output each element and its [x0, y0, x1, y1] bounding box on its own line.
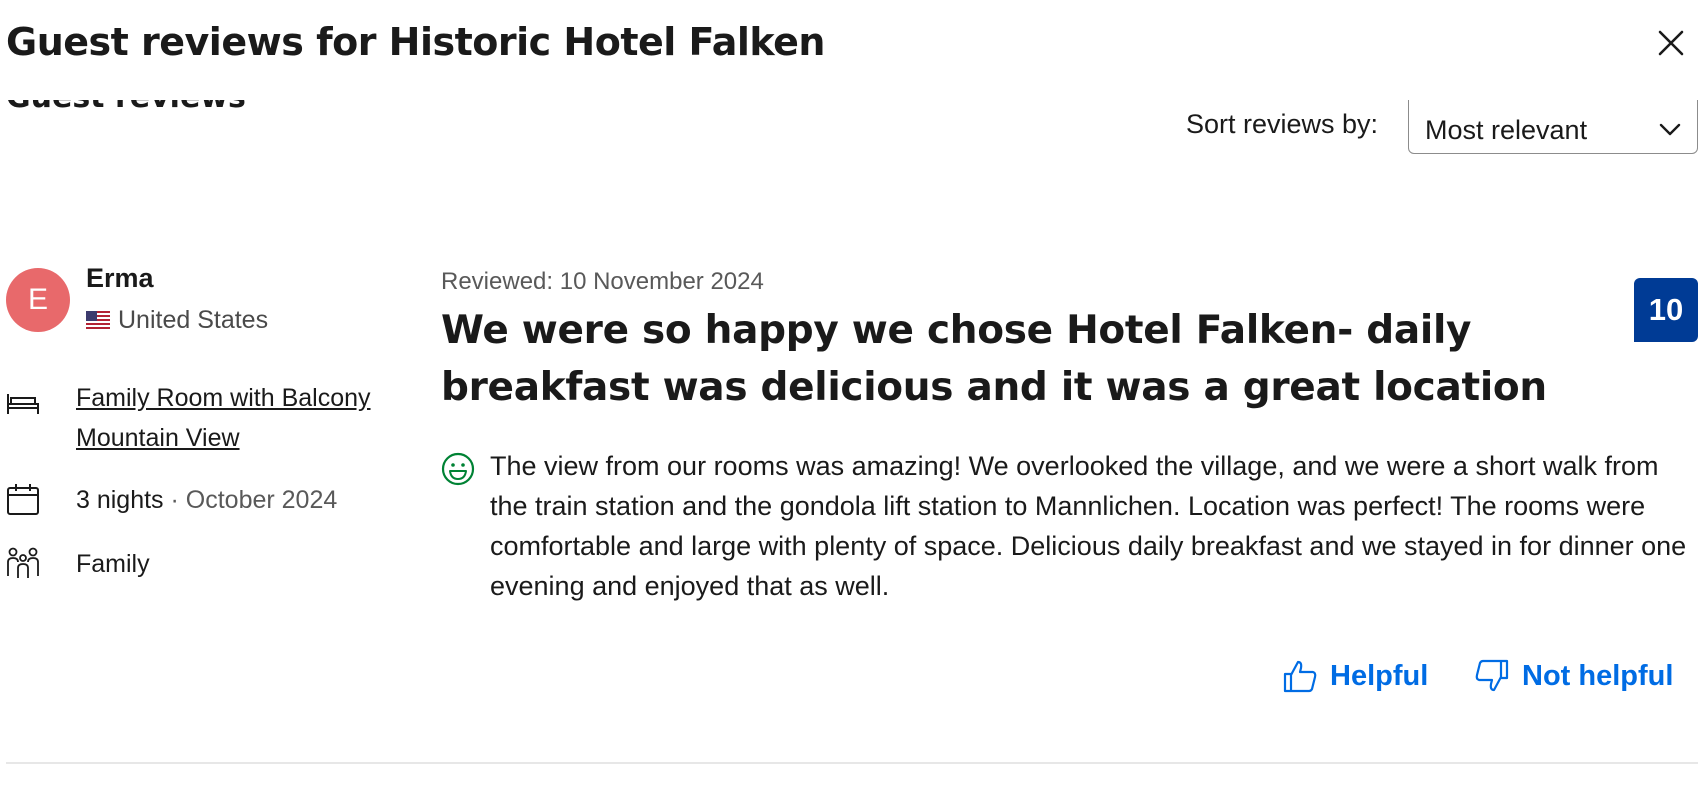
not-helpful-button[interactable]: Not helpful [1474, 658, 1673, 694]
scroll-area-top: Guest reviews Sort reviews by: Most rele… [0, 100, 1704, 180]
review-divider [6, 762, 1698, 764]
review-body: The view from our rooms was amazing! We … [490, 451, 1687, 601]
stay-nights: 3 nights [76, 486, 164, 514]
stay-separator: · [163, 486, 186, 514]
traveler-type-row: Family [6, 544, 150, 584]
bed-icon [7, 394, 39, 414]
chevron-down-icon [1659, 123, 1681, 136]
thumbs-up-icon [1283, 660, 1317, 693]
reviewer-country: United States [86, 306, 268, 335]
score-badge: 10 [1634, 278, 1698, 342]
sort-label: Sort reviews by: [1186, 109, 1379, 139]
not-helpful-label: Not helpful [1522, 659, 1674, 692]
section-heading: Guest reviews [6, 100, 246, 115]
review-title: We were so happy we chose Hotel Falken- … [441, 308, 1547, 410]
calendar-icon [7, 484, 39, 515]
sort-selected-value: Most relevant [1425, 114, 1588, 145]
country-name: United States [118, 306, 269, 334]
avatar: E [6, 268, 70, 332]
room-type-link[interactable]: Family Room with Balcony Mountain View [76, 384, 371, 452]
helpful-button[interactable]: Helpful [1282, 658, 1428, 694]
modal-title: Guest reviews for Historic Hotel Falken [6, 20, 826, 64]
sort-select[interactable]: Most relevant [1408, 100, 1698, 154]
room-type-row: Family Room with Balcony Mountain View [6, 378, 396, 458]
review-date: Reviewed: 10 November 2024 [441, 268, 764, 295]
smile-icon [441, 452, 475, 486]
stay-month: October 2024 [185, 486, 338, 514]
close-icon [1658, 30, 1684, 56]
reviewer-name: Erma [86, 263, 154, 293]
helpful-label: Helpful [1330, 659, 1429, 692]
us-flag-icon [86, 310, 110, 331]
thumbs-down-icon [1475, 659, 1509, 692]
traveler-type: Family [76, 550, 150, 578]
stay-row: 3 nights · October 2024 [6, 480, 337, 520]
close-button[interactable] [1654, 26, 1688, 60]
family-icon [7, 547, 39, 578]
